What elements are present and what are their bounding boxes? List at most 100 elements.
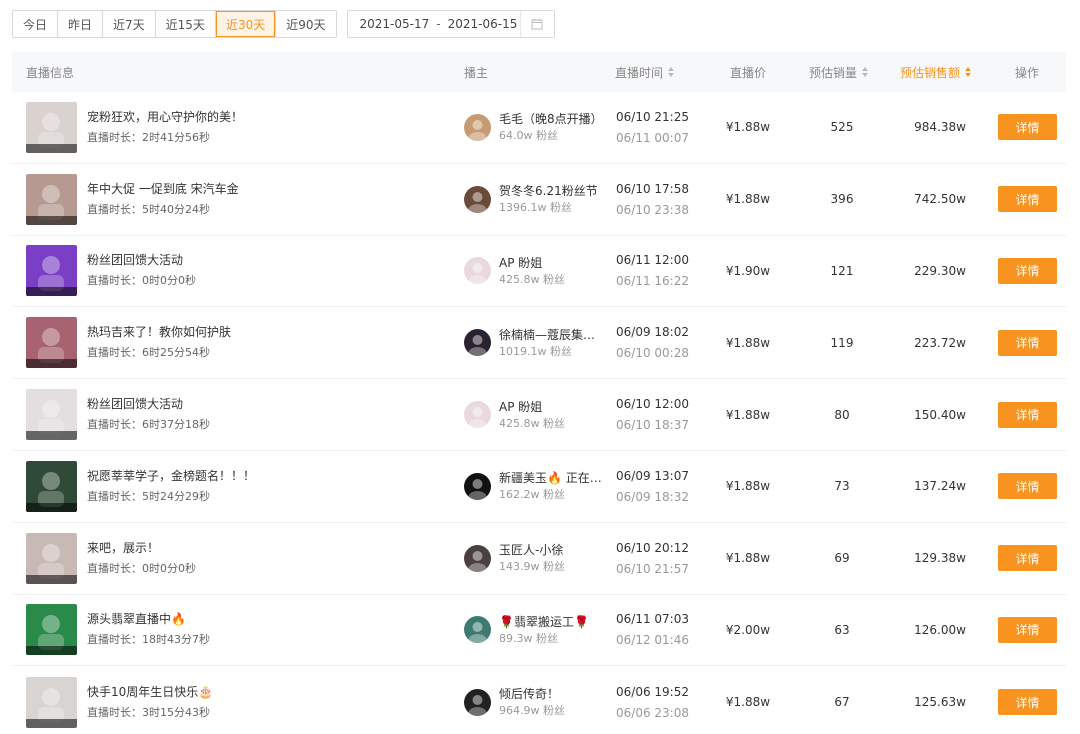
stream-thumbnail[interactable] xyxy=(26,101,77,153)
anchor-name[interactable]: AP 盼姐 xyxy=(499,255,565,271)
est-sales: 69 xyxy=(834,551,850,566)
anchor-avatar[interactable] xyxy=(464,401,491,429)
range-tab[interactable]: 近7天 xyxy=(103,11,156,37)
column-header-revenue[interactable]: 预估销售额 xyxy=(900,52,972,92)
table-row: 来吧，展示！ 直播时长：0时0分0秒 玉匠人-小徐 143.9w 粉丝 06/1… xyxy=(12,523,1066,595)
table-row: 快手10周年生日快乐🎂 直播时长：3时15分43秒 倾后传奇！ 964.9w 粉… xyxy=(12,666,1066,734)
anchor-info: 新疆美玉🔥 正在直播 162.2w 粉丝 xyxy=(464,451,603,522)
stream-title[interactable]: 宠粉狂欢，用心守护你的美！ xyxy=(87,109,243,125)
est-revenue: 223.72w xyxy=(914,335,966,350)
date-end: 2021-06-15 xyxy=(447,17,518,31)
stream-time: 06/09 13:07 06/09 18:32 xyxy=(616,451,689,522)
start-time: 06/10 21:25 xyxy=(616,109,689,124)
calendar-icon[interactable] xyxy=(519,11,554,37)
detail-button[interactable]: 详情 xyxy=(998,545,1057,572)
anchor-fans: 425.8w 粉丝 xyxy=(499,416,565,430)
anchor-name[interactable]: 徐楠楠—蔻辰集团老板娘 xyxy=(499,327,603,343)
anchor-avatar[interactable] xyxy=(464,257,491,285)
est-sales: 73 xyxy=(834,479,850,494)
detail-button[interactable]: 详情 xyxy=(998,401,1057,428)
column-header-time[interactable]: 直播时间 xyxy=(615,52,675,92)
est-sales: 121 xyxy=(830,263,854,278)
stream-thumbnail[interactable] xyxy=(26,245,77,297)
stream-thumbnail[interactable] xyxy=(26,676,77,728)
anchor-avatar[interactable] xyxy=(464,113,491,141)
stream-duration: 直播时长：0时0分0秒 xyxy=(87,274,196,288)
range-tab[interactable]: 近30天 xyxy=(215,11,277,37)
stream-title[interactable]: 热玛吉来了！教你如何护肤 xyxy=(87,324,231,340)
detail-button[interactable]: 详情 xyxy=(998,257,1057,284)
sort-icon xyxy=(862,66,869,78)
anchor-info: 毛毛（晚8点开播） 64.0w 粉丝 xyxy=(464,92,603,163)
stream-title[interactable]: 年中大促 一促到底 宋汽车金 xyxy=(87,181,239,197)
detail-button[interactable]: 详情 xyxy=(998,616,1057,643)
start-time: 06/10 12:00 xyxy=(616,397,689,412)
stream-thumbnail[interactable] xyxy=(26,317,77,369)
stream-duration: 直播时长：5时24分29秒 xyxy=(87,489,210,503)
start-time: 06/11 12:00 xyxy=(616,253,689,268)
stream-title[interactable]: 来吧，展示！ xyxy=(87,540,196,556)
anchor-name[interactable]: AP 盼姐 xyxy=(499,399,565,415)
est-revenue: 129.38w xyxy=(914,551,966,566)
action-cell: 详情 xyxy=(998,307,1057,378)
anchor-name[interactable]: 贺冬冬6.21粉丝节 xyxy=(499,183,598,199)
anchor-fans: 1396.1w 粉丝 xyxy=(499,201,572,215)
stream-duration: 直播时长：2时41分56秒 xyxy=(87,130,210,144)
detail-button[interactable]: 详情 xyxy=(998,473,1057,500)
action-cell: 详情 xyxy=(998,523,1057,594)
stream-thumbnail[interactable] xyxy=(26,173,77,225)
anchor-avatar[interactable] xyxy=(464,185,491,213)
stream-info: 宠粉狂欢，用心守护你的美！ 直播时长：2时41分56秒 xyxy=(26,92,243,163)
stream-info: 来吧，展示！ 直播时长：0时0分0秒 xyxy=(26,523,196,594)
est-sales: 525 xyxy=(830,120,854,135)
stream-title[interactable]: 快手10周年生日快乐🎂 xyxy=(87,684,213,700)
stream-duration: 直播时长：0时0分0秒 xyxy=(87,561,196,575)
anchor-name[interactable]: 新疆美玉🔥 正在直播 xyxy=(499,470,603,486)
anchor-avatar[interactable] xyxy=(464,544,491,572)
start-time: 06/09 13:07 xyxy=(616,468,689,483)
anchor-name[interactable]: 倾后传奇！ xyxy=(499,686,565,702)
start-time: 06/09 18:02 xyxy=(616,325,689,340)
anchor-avatar[interactable] xyxy=(464,472,491,500)
stream-thumbnail[interactable] xyxy=(26,532,77,584)
table-row: 年中大促 一促到底 宋汽车金 直播时长：5时40分24秒 贺冬冬6.21粉丝节 … xyxy=(12,164,1066,236)
stream-info: 快手10周年生日快乐🎂 直播时长：3时15分43秒 xyxy=(26,666,213,734)
stream-thumbnail[interactable] xyxy=(26,604,77,656)
anchor-info: AP 盼姐 425.8w 粉丝 xyxy=(464,379,565,450)
table-row: 热玛吉来了！教你如何护肤 直播时长：6时25分54秒 徐楠楠—蔻辰集团老板娘 1… xyxy=(12,307,1066,380)
anchor-avatar[interactable] xyxy=(464,329,491,357)
range-tab[interactable]: 今日 xyxy=(13,11,59,37)
anchor-avatar[interactable] xyxy=(464,616,491,644)
stream-title[interactable]: 祝愿莘莘学子，金榜题名！！！ xyxy=(87,468,255,484)
stream-title[interactable]: 粉丝团回馈大活动 xyxy=(87,396,210,412)
detail-button[interactable]: 详情 xyxy=(998,186,1057,213)
stream-title[interactable]: 源头翡翠直播中🔥 xyxy=(87,611,210,627)
detail-button[interactable]: 详情 xyxy=(998,114,1057,141)
filter-bar: 今日 昨日 近7天 近15天 近30天 近90天 2021-05-17 - 2021-06… xyxy=(12,10,555,38)
stream-time: 06/11 07:03 06/12 01:46 xyxy=(616,595,689,666)
stream-info: 粉丝团回馈大活动 直播时长：6时37分18秒 xyxy=(26,379,210,450)
date-range-picker[interactable]: 2021-05-17 - 2021-06-15 xyxy=(346,10,555,38)
anchor-name[interactable]: 玉匠人-小徐 xyxy=(499,542,565,558)
range-tab[interactable]: 近15天 xyxy=(155,11,216,37)
live-price: ¥1.88w xyxy=(725,120,771,135)
stream-info: 粉丝团回馈大活动 直播时长：0时0分0秒 xyxy=(26,236,196,307)
detail-button[interactable]: 详情 xyxy=(998,689,1057,716)
anchor-name[interactable]: 毛毛（晚8点开播） xyxy=(499,111,603,127)
range-tab[interactable]: 昨日 xyxy=(58,11,104,37)
range-tab[interactable]: 近90天 xyxy=(276,11,336,37)
column-header-action: 操作 xyxy=(1015,65,1040,80)
stream-info: 热玛吉来了！教你如何护肤 直播时长：6时25分54秒 xyxy=(26,307,231,378)
detail-button[interactable]: 详情 xyxy=(998,329,1057,356)
column-header-sales[interactable]: 预估销量 xyxy=(809,52,869,92)
anchor-avatar[interactable] xyxy=(464,688,491,716)
est-revenue: 229.30w xyxy=(914,263,966,278)
stream-title[interactable]: 粉丝团回馈大活动 xyxy=(87,252,196,268)
stream-thumbnail[interactable] xyxy=(26,389,77,441)
anchor-fans: 89.3w 粉丝 xyxy=(499,631,558,645)
anchor-fans: 143.9w 粉丝 xyxy=(499,560,565,574)
anchor-name[interactable]: 🌹翡翠搬运工🌹 xyxy=(499,614,589,630)
stream-duration: 直播时长：18时43分7秒 xyxy=(87,633,210,647)
est-sales: 63 xyxy=(834,622,850,637)
stream-thumbnail[interactable] xyxy=(26,460,77,512)
